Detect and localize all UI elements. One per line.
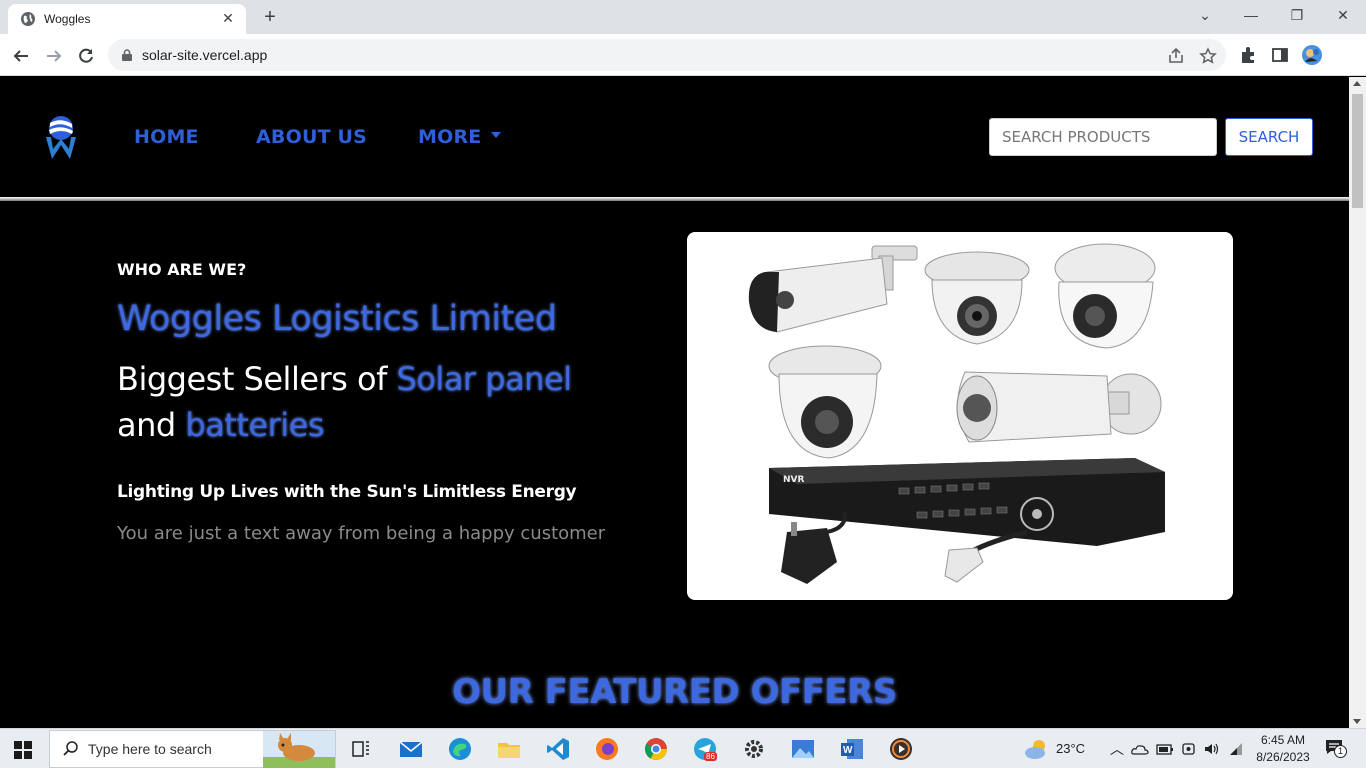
battery-icon[interactable] bbox=[1156, 742, 1174, 756]
scroll-up-arrow-icon[interactable] bbox=[1353, 81, 1361, 86]
minimize-button[interactable]: — bbox=[1228, 4, 1274, 26]
browser-tab-strip: Woggles ✕ + ⌄ — ❐ ✕ bbox=[0, 0, 1366, 34]
scroll-thumb[interactable] bbox=[1352, 94, 1363, 208]
turret-camera-1 bbox=[1054, 243, 1156, 349]
sidepanel-icon[interactable] bbox=[1271, 46, 1289, 64]
tagline-highlight-batteries: batteries bbox=[185, 406, 324, 444]
woggles-logo-icon[interactable] bbox=[43, 115, 79, 161]
mail-icon[interactable] bbox=[398, 736, 424, 762]
cctv-cameras-nvr-illustration: NVR bbox=[748, 243, 1165, 584]
extensions-icon[interactable] bbox=[1239, 46, 1257, 64]
tab-close-button[interactable]: ✕ bbox=[220, 11, 236, 27]
browser-toolbar: solar-site.vercel.app bbox=[0, 34, 1366, 76]
power-plug bbox=[781, 511, 848, 584]
weather-icon[interactable] bbox=[1024, 738, 1050, 760]
tab-title: Woggles bbox=[44, 12, 91, 26]
share-icon[interactable] bbox=[1167, 47, 1185, 65]
onedrive-icon[interactable] bbox=[1131, 742, 1149, 756]
browser-tab[interactable]: Woggles ✕ bbox=[8, 4, 246, 34]
bullet-camera-1 bbox=[748, 245, 918, 333]
nav-more-dropdown[interactable]: MORE bbox=[418, 126, 502, 148]
volume-icon[interactable] bbox=[1203, 741, 1221, 757]
forward-button[interactable] bbox=[41, 43, 67, 69]
back-button[interactable] bbox=[8, 43, 34, 69]
settings-icon[interactable] bbox=[741, 736, 767, 762]
clock-date: 8/26/2023 bbox=[1256, 750, 1310, 764]
edge-icon[interactable] bbox=[447, 736, 473, 762]
reload-icon bbox=[79, 48, 93, 63]
wifi-icon[interactable] bbox=[1228, 741, 1246, 757]
close-window-button[interactable]: ✕ bbox=[1320, 4, 1366, 26]
tagline-text-1: Biggest Sellers of bbox=[117, 360, 397, 398]
nav-about-link[interactable]: ABOUT US bbox=[256, 126, 367, 148]
profile-icon[interactable] bbox=[1301, 44, 1323, 66]
back-arrow-icon bbox=[13, 50, 28, 62]
hero-product-image: NVR bbox=[687, 232, 1233, 600]
hero-description: You are just a text away from being a ha… bbox=[117, 523, 606, 544]
windows-start-icon[interactable] bbox=[14, 741, 32, 759]
star-icon[interactable] bbox=[1199, 47, 1217, 65]
file-explorer-icon[interactable] bbox=[496, 736, 522, 762]
chrome-icon[interactable] bbox=[643, 736, 669, 762]
forward-arrow-icon bbox=[47, 50, 62, 62]
turret-camera-2 bbox=[768, 345, 882, 459]
product-search-input[interactable] bbox=[989, 118, 1217, 156]
tagline-highlight-solar: Solar panel bbox=[396, 360, 573, 398]
reload-button[interactable] bbox=[73, 43, 99, 69]
vscode-icon[interactable] bbox=[545, 736, 571, 762]
notification-center[interactable]: 1 bbox=[1325, 739, 1349, 759]
meet-icon[interactable] bbox=[1181, 741, 1197, 757]
search-highlight-dog-image bbox=[263, 731, 335, 768]
weather-temperature[interactable]: 23°C bbox=[1056, 741, 1085, 756]
windows-taskbar: Type here to search 86 W 23°C ︿ 6:45 AM … bbox=[0, 728, 1366, 768]
photos-icon[interactable] bbox=[790, 736, 816, 762]
taskbar-search-placeholder: Type here to search bbox=[88, 741, 212, 757]
task-view-icon[interactable] bbox=[348, 736, 374, 762]
search-button[interactable]: SEARCH bbox=[1225, 118, 1313, 156]
webpage: HOME ABOUT US MORE SEARCH WHO ARE WE? Wo… bbox=[0, 77, 1349, 728]
url-text: solar-site.vercel.app bbox=[142, 47, 268, 63]
hero-subheading: Lighting Up Lives with the Sun's Limitle… bbox=[117, 482, 577, 502]
telegram-badge: 86 bbox=[704, 752, 717, 761]
network-cable bbox=[944, 529, 1028, 583]
page-scrollbar[interactable] bbox=[1349, 77, 1366, 728]
svg-text:W: W bbox=[843, 745, 853, 756]
tab-search-button[interactable]: ⌄ bbox=[1182, 4, 1228, 26]
bullet-camera-2 bbox=[956, 371, 1162, 443]
hero-tagline: Biggest Sellers of Solar panel and batte… bbox=[117, 356, 657, 448]
hero-eyebrow: WHO ARE WE? bbox=[117, 260, 247, 279]
globe-icon bbox=[21, 12, 35, 26]
nav-divider bbox=[0, 197, 1349, 201]
new-tab-button[interactable]: + bbox=[258, 6, 282, 28]
nvr-label: NVR bbox=[783, 475, 804, 485]
tagline-text-2: and bbox=[117, 406, 186, 444]
nav-home-link[interactable]: HOME bbox=[134, 126, 199, 148]
search-icon bbox=[63, 741, 78, 756]
firefox-icon[interactable] bbox=[594, 736, 620, 762]
media-player-icon[interactable] bbox=[888, 736, 914, 762]
notification-count: 1 bbox=[1334, 745, 1347, 758]
word-icon[interactable]: W bbox=[839, 736, 865, 762]
tray-overflow-chevron-icon[interactable]: ︿ bbox=[1110, 739, 1124, 759]
taskbar-clock[interactable]: 6:45 AM 8/26/2023 bbox=[1248, 732, 1318, 766]
featured-offers-heading: OUR FEATURED OFFERS bbox=[452, 672, 897, 712]
telegram-app[interactable]: 86 bbox=[692, 736, 718, 762]
caret-down-icon bbox=[491, 131, 502, 138]
taskbar-search-box[interactable]: Type here to search bbox=[49, 730, 336, 768]
lock-icon bbox=[122, 49, 132, 61]
restore-button[interactable]: ❐ bbox=[1274, 4, 1320, 26]
address-bar[interactable]: solar-site.vercel.app bbox=[108, 39, 1226, 71]
nav-more-label: MORE bbox=[418, 126, 482, 148]
clock-time: 6:45 AM bbox=[1260, 733, 1306, 747]
dome-camera-1 bbox=[924, 251, 1030, 345]
company-name-heading: Woggles Logistics Limited bbox=[117, 299, 557, 339]
scroll-down-arrow-icon[interactable] bbox=[1353, 719, 1361, 724]
